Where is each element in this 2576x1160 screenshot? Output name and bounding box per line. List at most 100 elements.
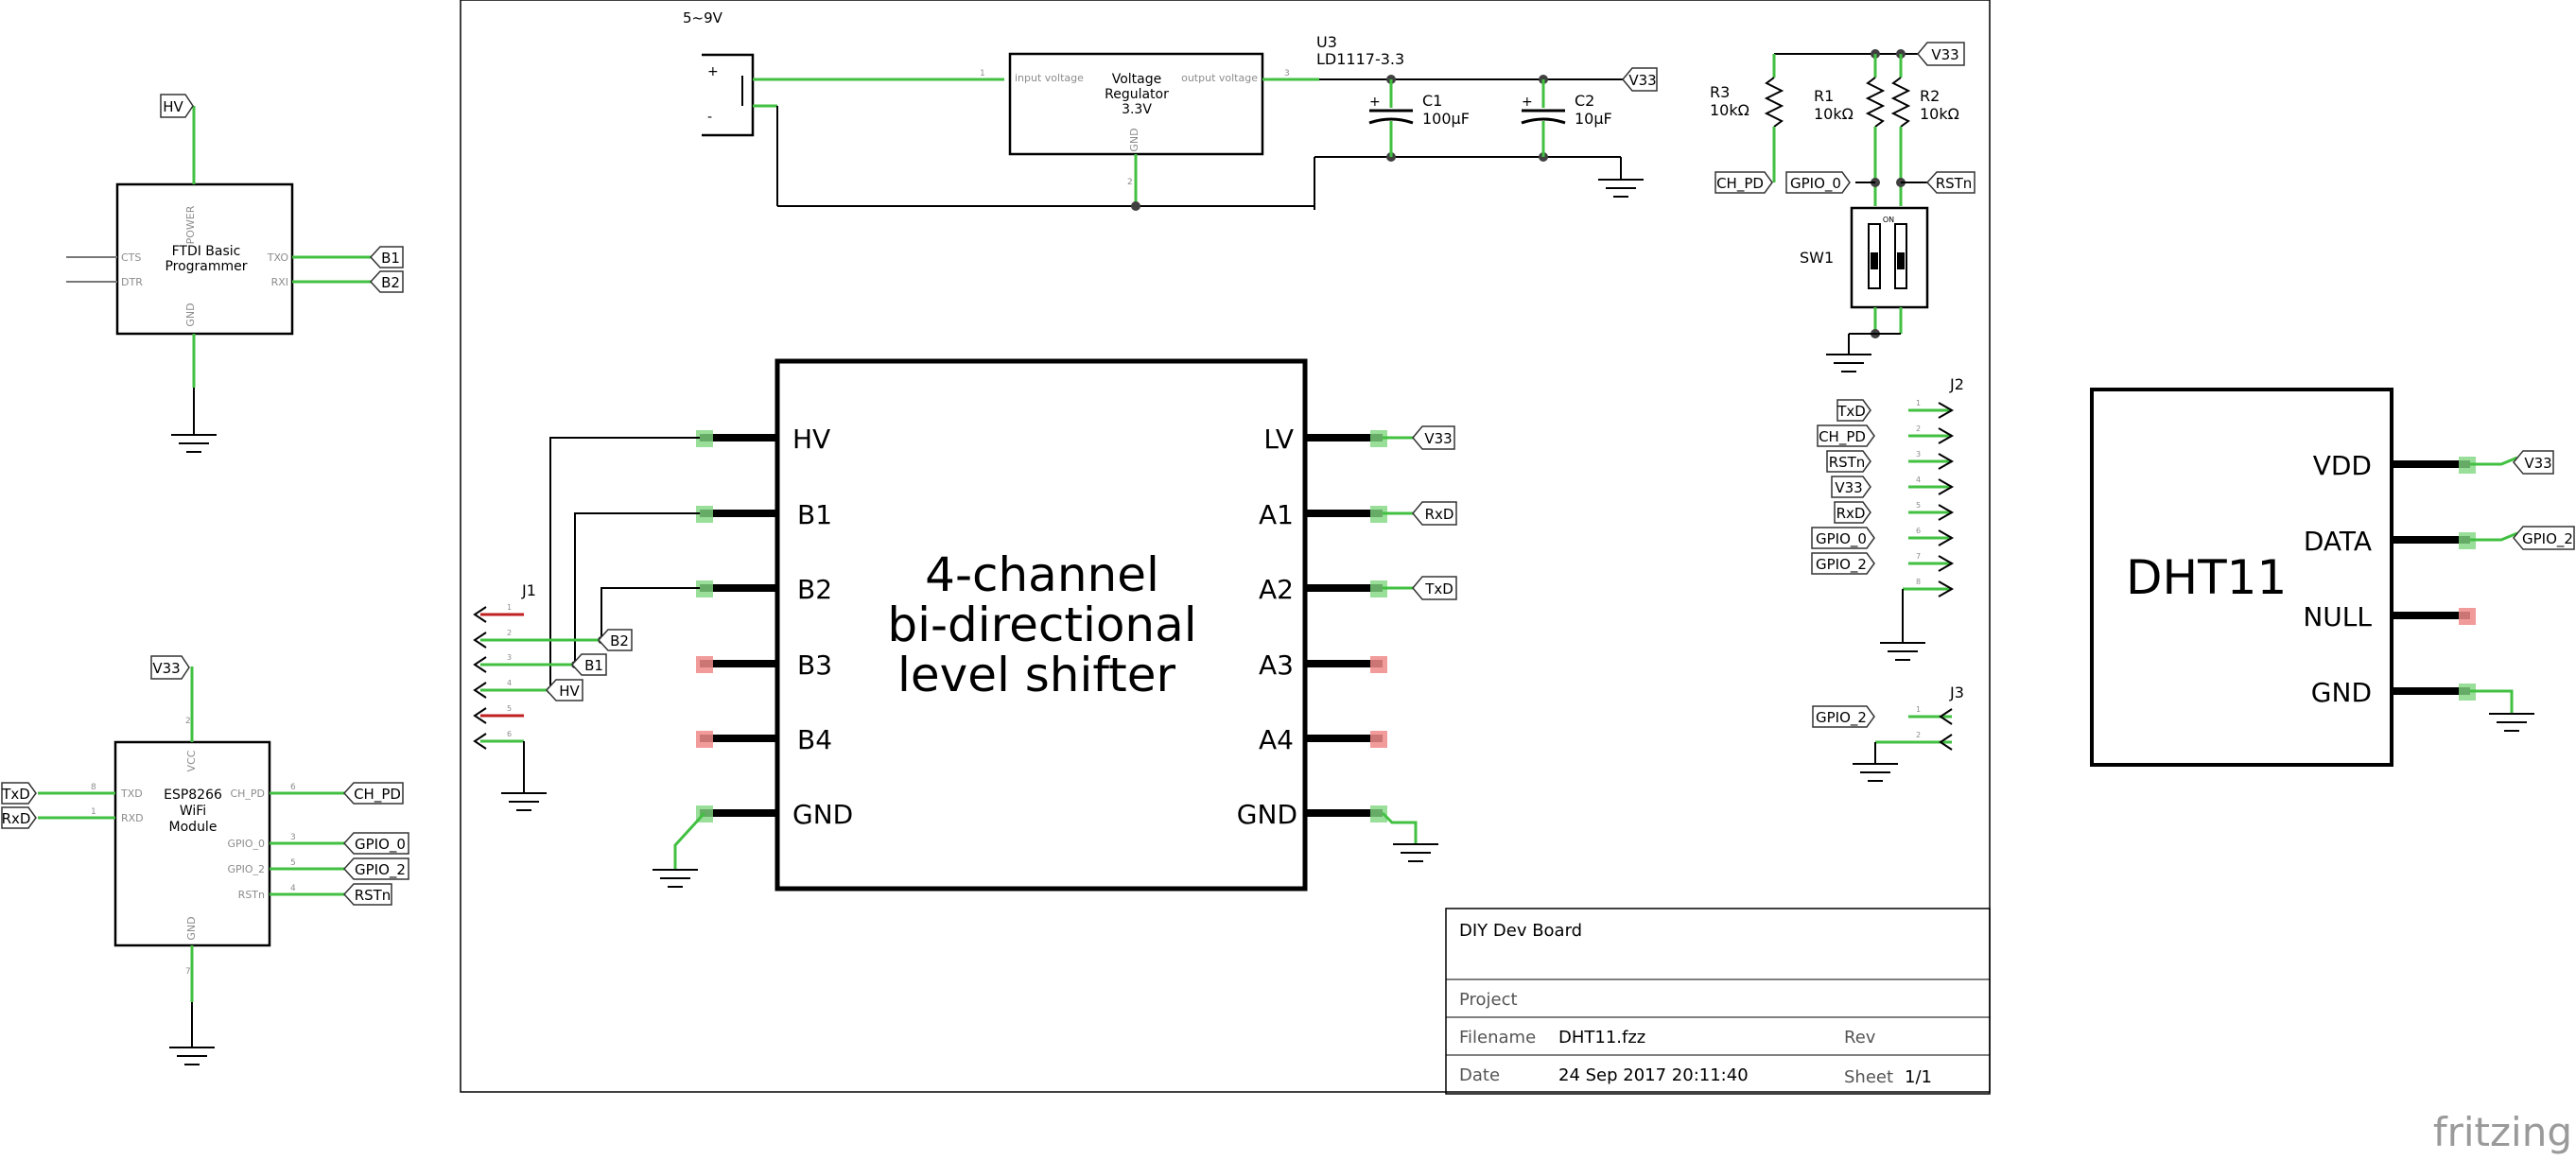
svg-text:8: 8 (1916, 578, 1921, 586)
capacitor-c2[interactable]: + (1521, 79, 1566, 157)
ftdi-pin-dtr: DTR (121, 276, 143, 288)
level-shifter[interactable]: 4-channel bi-directional level shifter H… (696, 358, 1387, 892)
svg-text:2: 2 (1127, 178, 1133, 187)
titleblock-project-label: Project (1459, 990, 1518, 1010)
titleblock-filename-label: Filename (1459, 1028, 1536, 1047)
r1-ref: R1 (1814, 87, 1834, 105)
ftdi-pin-cts: CTS (121, 251, 141, 264)
svg-text:1: 1 (1916, 705, 1921, 714)
titleblock-sheet: 1/1 (1905, 1067, 1932, 1087)
esp-pin-gpio2: GPIO_2 (227, 863, 265, 875)
voltage-regulator-u3[interactable]: Voltage Regulator 3.3V input voltage out… (980, 52, 1319, 206)
svg-text:-: - (707, 110, 712, 125)
svg-text:3: 3 (507, 653, 512, 662)
titleblock-sheet-label: Sheet (1844, 1067, 1893, 1087)
svg-text:GPIO_0: GPIO_0 (1790, 175, 1841, 193)
svg-text:V33: V33 (1931, 46, 1958, 63)
net-label-rxd-shifter: RxD (1412, 501, 1457, 526)
regulator-title-2: Regulator (1105, 87, 1169, 102)
dip-switch-sw1[interactable]: ON (1850, 206, 1929, 334)
gnd-symbol-shifter-right (1393, 843, 1438, 862)
titleblock-date: 24 Sep 2017 20:11:40 (1558, 1065, 1749, 1085)
shifter-title-3: level shifter (897, 648, 1176, 702)
ftdi-title-1: FTDI Basic (172, 244, 241, 259)
svg-text:HV: HV (163, 98, 183, 115)
net-label-hv-ftdi: HV (160, 94, 194, 118)
svg-text:V33: V33 (2524, 455, 2551, 472)
esp-gnd-symbol (169, 1047, 215, 1065)
svg-text:TxD: TxD (1, 786, 30, 803)
svg-text:TxD: TxD (1424, 580, 1453, 597)
titleblock-filename: DHT11.fzz (1558, 1028, 1645, 1047)
shifter-pin-gnd-left: GND (792, 799, 853, 830)
resistor-r3[interactable] (1764, 54, 1784, 170)
svg-text:1: 1 (980, 69, 985, 78)
svg-text:GPIO_0: GPIO_0 (355, 836, 406, 854)
esp8266-module[interactable]: ESP8266 WiFi Module TXD RXD VCC GND CH_P… (38, 667, 345, 1047)
header-j1[interactable]: 1 2 3 4 5 6 (473, 603, 601, 750)
dc-jack[interactable]: + - (702, 53, 1004, 137)
regulator-part: LD1117-3.3 (1316, 50, 1404, 68)
svg-text:TxD: TxD (1836, 403, 1866, 420)
svg-text:1: 1 (1916, 399, 1921, 407)
svg-text:3: 3 (1284, 69, 1290, 78)
shifter-pin-b4: B4 (797, 724, 832, 755)
net-label-gpio0-esp: GPIO_0 (342, 832, 409, 855)
svg-text:2: 2 (1916, 731, 1921, 739)
svg-text:7: 7 (1916, 552, 1921, 561)
regulator-ref: U3 (1316, 33, 1337, 51)
shifter-pin-a3: A3 (1259, 649, 1294, 681)
svg-text:GPIO_2: GPIO_2 (1816, 709, 1867, 727)
dht-pin-data: DATA (2304, 526, 2372, 557)
net-label-v33-j2: V33 (1831, 476, 1871, 498)
dht11-sensor[interactable]: DHT11 VDD DATA NULL GND (2090, 388, 2476, 767)
shifter-pin-gnd-right: GND (1237, 799, 1297, 830)
ftdi-programmer[interactable]: FTDI Basic Programmer CTS DTR TXO RXI PO… (66, 106, 374, 435)
svg-text:6: 6 (1916, 527, 1921, 535)
ftdi-pin-gnd: GND (184, 303, 197, 326)
header-j3[interactable]: 1 2 (1875, 705, 1953, 751)
c2-value: 10µF (1575, 110, 1612, 128)
header-j2[interactable]: 1 2 3 4 5 6 7 8 (1903, 399, 1955, 597)
net-label-gpio0-j2: GPIO_0 (1811, 527, 1875, 549)
net-label-gpio2-j3: GPIO_2 (1812, 705, 1875, 728)
regulator-title-3: 3.3V (1122, 102, 1152, 117)
regulator-pin-in: input voltage (1015, 72, 1084, 84)
dht-pin-gnd: GND (2311, 677, 2372, 708)
r2-value: 10kΩ (1920, 105, 1959, 123)
svg-text:RxD: RxD (2, 810, 31, 827)
svg-text:RxD: RxD (1836, 505, 1866, 522)
net-label-b2-j1: B2 (597, 629, 633, 651)
r2-ref: R2 (1920, 87, 1940, 105)
esp-pin-gpio0: GPIO_0 (227, 838, 265, 850)
esp-pin-gnd: GND (185, 916, 198, 940)
svg-text:+: + (1522, 95, 1533, 110)
svg-text:GPIO_2: GPIO_2 (2522, 530, 2573, 548)
ftdi-pin-txo: TXO (267, 251, 289, 264)
svg-text:3: 3 (1916, 450, 1921, 459)
net-label-txd-esp: TxD (1, 782, 37, 805)
c2-ref: C2 (1575, 92, 1594, 110)
wire-hv (549, 437, 700, 691)
svg-text:+: + (1369, 95, 1381, 110)
net-label-rxd-j2: RxD (1834, 501, 1871, 524)
svg-text:6: 6 (290, 783, 296, 792)
regulator-title-1: Voltage (1112, 72, 1162, 87)
ftdi-gnd-symbol (171, 434, 217, 453)
net-label-gpio0-r1: GPIO_0 (1785, 171, 1851, 194)
svg-text:V33: V33 (152, 660, 180, 677)
svg-text:CH_PD: CH_PD (1819, 428, 1866, 446)
titleblock-name: DIY Dev Board (1459, 921, 1582, 941)
ftdi-title-2: Programmer (165, 259, 247, 274)
net-label-gpio2-dht: GPIO_2 (2513, 526, 2575, 550)
r1-value: 10kΩ (1814, 105, 1854, 123)
svg-text:6: 6 (507, 730, 512, 738)
gnd-symbol-sw1 (1826, 354, 1871, 372)
sw1-on-label: ON (1883, 216, 1894, 224)
svg-text:5: 5 (290, 858, 296, 868)
net-label-txd-j2: TxD (1836, 399, 1871, 422)
esp-pin-txd: TXD (120, 788, 143, 800)
titleblock-date-label: Date (1459, 1065, 1500, 1085)
svg-text:5: 5 (507, 704, 512, 713)
capacitor-c1[interactable]: + (1368, 79, 1414, 157)
